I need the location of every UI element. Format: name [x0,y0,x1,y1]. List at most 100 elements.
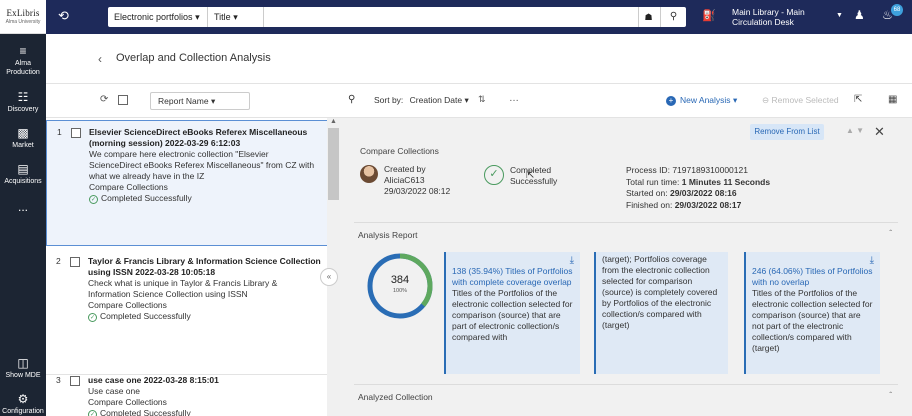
caret-down-icon: ▾ [233,12,238,22]
item-description: We compare here electronic collection "E… [89,149,315,181]
card-text: Titles of the Portfolios of the electron… [752,288,873,353]
nav-item-label: Acquisitions [4,178,42,185]
item-type: Compare Collections [88,300,167,310]
page-title: Overlap and Collection Analysis [116,52,271,64]
item-status-text: Completed Successfully [101,193,192,203]
started-label: Started on: [626,188,668,198]
item-type: Compare Collections [89,182,168,192]
persistent-search: Electronic portfolios ▾ Title ▾ ☗ ⚲ [108,7,686,27]
no-overlap-card[interactable]: ⤓ 246 (64.06%) Titles of Portfolios with… [744,252,880,374]
back-chevron-icon[interactable]: ‹ [98,52,102,66]
search-input[interactable] [268,9,634,25]
chevron-up-icon: ˆ [889,391,892,400]
nav-item-configuration[interactable]: ⚙ Configuration [0,392,46,416]
remove-selected-button[interactable]: ⊖ Remove Selected [762,95,839,106]
collapse-panel-button[interactable]: « [320,268,338,286]
prev-next-icon[interactable]: ▲ ▼ [846,126,864,135]
list-scrollbar-thumb[interactable] [328,128,339,200]
select-all-checkbox[interactable] [118,95,128,105]
cart-icon[interactable]: ⛽ [702,9,716,22]
mde-icon: ◫ [17,356,29,370]
search-scope-value: Electronic portfolios [114,12,193,22]
current-location[interactable]: Main Library - Main Circulation Desk [732,7,812,27]
search-scope-select[interactable]: Electronic portfolios ▾ [108,7,208,27]
created-date: 29/03/2022 08:12 [384,186,451,196]
item-title: Elsevier ScienceDirect eBooks Referex Mi… [89,127,308,148]
process-info: Process ID: 7197189310000121 Total run t… [626,165,770,211]
home-icon: ☗ [644,12,653,22]
exlibris-logo[interactable]: ExLibris Alma University [0,0,46,34]
export-icon[interactable]: ⇱ [854,94,862,105]
item-title: use case one 2022-03-28 8:15:01 [88,375,219,385]
nav-item-market[interactable]: ▩ Market [0,126,46,150]
analysis-report-section[interactable]: Analysis Report ˆ [354,222,898,244]
item-checkbox[interactable] [70,257,80,267]
nav-item-show-mde[interactable]: ◫ Show MDE [0,356,46,380]
nav-item-label: Show MDE [5,372,41,379]
scroll-up-icon[interactable]: ▲ [328,118,339,128]
list-item[interactable]: 1 Elsevier ScienceDirect eBooks Referex … [46,120,327,246]
notification-badge: 68 [891,4,903,16]
download-icon[interactable]: ⤓ [870,255,874,266]
avatar [360,165,378,183]
list-toolbar: ⟳ Report Name ▾ ⚲ Sort by: Creation Date… [46,84,912,118]
check-circle-icon: ✓ [88,313,97,322]
search-field-value: Title [214,12,231,22]
analyzed-collection-section[interactable]: Analyzed Collection ˆ [354,384,898,406]
item-body: use case one 2022-03-28 8:15:01 Use case… [88,375,322,416]
nav-item-acquisitions[interactable]: ▤ Acquisitions [0,162,46,186]
nav-item-alma-production[interactable]: ≡ Alma Production [0,44,46,77]
user-icon[interactable]: ♟ [854,8,865,22]
chevron-up-icon: ˆ [889,229,892,238]
item-description: Check what is unique in Taylor & Francis… [88,278,278,299]
search-button[interactable]: ⚲ [660,7,686,27]
item-checkbox[interactable] [71,128,81,138]
report-name-label: Report Name [158,96,209,106]
market-icon: ▩ [17,126,29,140]
logo-title: ExLibris [6,8,40,18]
card-headline: 246 (64.06%) Titles of Portfolios with n… [752,266,873,287]
analysis-list: 1 Elsevier ScienceDirect eBooks Referex … [46,118,328,416]
run-time: 1 Minutes 11 Seconds [681,176,771,187]
download-icon[interactable]: ⤓ [570,255,574,266]
new-analysis-button[interactable]: + New Analysis ▾ [666,95,737,106]
finished-on: 29/03/2022 08:17 [674,199,742,210]
nav-item-more[interactable]: ... [0,201,46,213]
process-id: 7197189310000121 [672,165,748,175]
list-item[interactable]: 2 Taylor & Francis Library & Information… [46,256,327,364]
complete-overlap-card[interactable]: ⤓ 138 (35.94%) Titles of Portfolios with… [444,252,580,374]
list-item[interactable]: 3 use case one 2022-03-28 8:15:01 Use ca… [46,374,327,416]
analysis-details: Remove From List ▲ ▼ ✕ Compare Collectio… [340,118,912,416]
page-header: ‹ Overlap and Collection Analysis [46,34,912,84]
saved-searches-button[interactable]: ☗ [638,7,658,27]
nav-item-label: Configuration [2,408,44,415]
sort-by-control[interactable]: Sort by: Creation Date ▾ [374,95,469,106]
minus-circle-icon: ⊖ [762,95,770,105]
item-number: 2 [56,256,61,266]
sort-direction-icon[interactable]: ⇅ [478,94,486,105]
more-actions-icon[interactable]: … [509,93,520,104]
double-chevron-left-icon: « [326,272,332,281]
close-icon[interactable]: ✕ [874,124,885,140]
back-to-mde-icon[interactable]: ⟲ [58,8,69,24]
refresh-icon[interactable]: ⟳ [100,94,108,105]
finished-label: Finished on: [626,199,673,210]
check-circle-icon: ✓ [88,410,97,416]
columns-icon[interactable]: ▦ [888,94,897,105]
remove-from-list-button[interactable]: Remove From List [750,124,824,140]
item-checkbox[interactable] [70,376,80,386]
mouse-cursor-icon: ⇱ [526,170,535,181]
overlap-continued-card: (target); Portfolios coverage from the e… [594,252,728,374]
caret-down-icon: ▾ [195,12,200,22]
process-id-label: Process ID: [626,165,670,175]
card-text: (target); Portfolios coverage from the e… [602,254,718,330]
item-body: Taylor & Francis Library & Information S… [88,256,322,322]
nav-item-discovery[interactable]: ☷ Discovery [0,90,46,114]
nav-item-label: Market [12,142,34,149]
search-field-select[interactable]: Title ▾ [208,7,264,27]
nav-item-label: Alma Production [6,60,40,76]
location-line2: Circulation Desk [732,17,794,27]
search-icon[interactable]: ⚲ [348,94,355,105]
report-name-select[interactable]: Report Name ▾ [150,92,250,110]
chevron-down-icon[interactable]: ▼ [836,12,843,19]
